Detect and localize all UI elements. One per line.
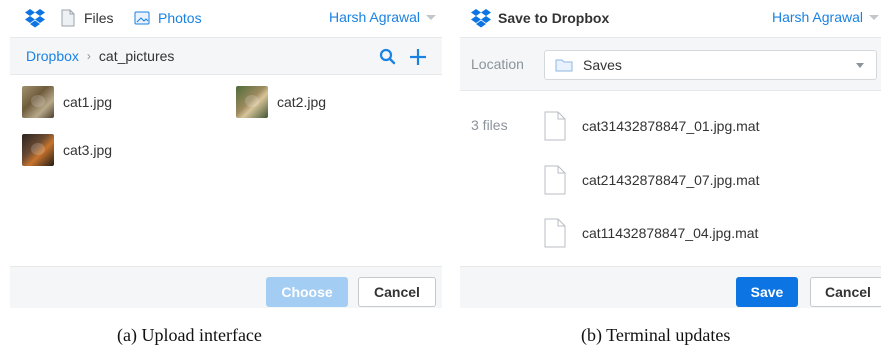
save-file-item: cat21432878847_07.jpg.mat bbox=[544, 165, 759, 195]
add-icon[interactable] bbox=[408, 47, 428, 67]
dropbox-logo-icon bbox=[471, 9, 491, 28]
photos-icon bbox=[134, 11, 150, 25]
chevron-down-icon bbox=[856, 63, 864, 68]
cancel-button[interactable]: Cancel bbox=[358, 277, 436, 307]
chevron-down-icon bbox=[426, 14, 436, 20]
file-name: cat11432878847_04.jpg.mat bbox=[582, 225, 759, 241]
search-icon[interactable] bbox=[378, 47, 398, 67]
user-name: Harsh Agrawal bbox=[771, 9, 863, 25]
location-select[interactable]: Saves bbox=[544, 50, 877, 80]
file-name: cat31432878847_01.jpg.mat bbox=[582, 118, 760, 134]
caption-b: (b) Terminal updates bbox=[581, 325, 731, 345]
save-file-item: cat11432878847_04.jpg.mat bbox=[544, 218, 758, 248]
save-button[interactable]: Save bbox=[736, 277, 798, 307]
save-footer: Save Cancel bbox=[460, 266, 881, 308]
breadcrumb-root-link[interactable]: Dropbox bbox=[26, 48, 79, 64]
file-name: cat3.jpg bbox=[63, 142, 113, 158]
document-icon bbox=[544, 111, 566, 141]
folder-icon bbox=[555, 59, 573, 72]
upload-header: Files Photos Harsh Agrawal bbox=[10, 0, 442, 36]
save-header: Save to Dropbox Harsh Agrawal bbox=[460, 0, 881, 36]
file-icon bbox=[61, 9, 75, 27]
location-value: Saves bbox=[583, 57, 622, 73]
choose-button[interactable]: Choose bbox=[266, 277, 348, 307]
document-icon bbox=[544, 218, 566, 248]
chevron-down-icon bbox=[869, 14, 879, 20]
tab-files[interactable]: Files bbox=[60, 8, 114, 28]
upload-panel: Files Photos Harsh Agrawal Dropbox › cat… bbox=[10, 0, 442, 308]
file-name: cat1.jpg bbox=[63, 94, 113, 110]
file-name: cat2.jpg bbox=[277, 94, 327, 110]
document-icon bbox=[544, 165, 566, 195]
files-count: 3 files bbox=[471, 117, 508, 133]
breadcrumb-current: cat_pictures bbox=[98, 48, 175, 64]
user-menu[interactable]: Harsh Agrawal bbox=[329, 9, 436, 25]
breadcrumb-separator: › bbox=[86, 49, 91, 63]
tab-photos-label: Photos bbox=[158, 10, 202, 26]
tab-photos[interactable]: Photos bbox=[134, 8, 202, 28]
upload-footer: Choose Cancel bbox=[10, 266, 442, 308]
file-item-cat2[interactable]: cat2.jpg bbox=[236, 86, 326, 118]
user-name: Harsh Agrawal bbox=[328, 9, 420, 25]
image-thumbnail bbox=[236, 86, 268, 118]
path-bar: Dropbox › cat_pictures bbox=[10, 37, 442, 75]
file-item-cat1[interactable]: cat1.jpg bbox=[22, 86, 112, 118]
file-name: cat21432878847_07.jpg.mat bbox=[582, 172, 760, 188]
location-row: Location Saves bbox=[460, 37, 881, 91]
image-thumbnail bbox=[22, 86, 54, 118]
tab-files-label: Files bbox=[84, 10, 114, 26]
dropbox-logo-icon bbox=[25, 9, 45, 28]
caption-a: (a) Upload interface bbox=[117, 325, 262, 345]
location-label: Location bbox=[471, 56, 524, 72]
cancel-button[interactable]: Cancel bbox=[810, 277, 881, 307]
dialog-title: Save to Dropbox bbox=[498, 10, 610, 26]
breadcrumb: Dropbox › cat_pictures bbox=[26, 48, 174, 64]
save-panel: Save to Dropbox Harsh Agrawal Location S… bbox=[460, 0, 881, 308]
save-file-item: cat31432878847_01.jpg.mat bbox=[544, 111, 759, 141]
file-item-cat3[interactable]: cat3.jpg bbox=[22, 134, 112, 166]
user-menu[interactable]: Harsh Agrawal bbox=[772, 9, 879, 25]
image-thumbnail bbox=[22, 134, 54, 166]
